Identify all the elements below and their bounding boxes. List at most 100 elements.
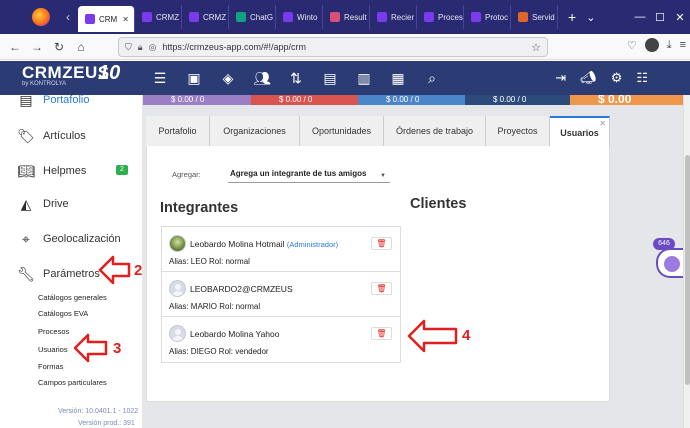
browser-tab[interactable]: ChatG [229, 5, 276, 29]
agregar-label: Agregar: [172, 170, 201, 179]
firefox-logo-icon[interactable] [32, 8, 50, 26]
megaphone-icon[interactable]: 📣︎ [580, 70, 597, 86]
notifications-icon[interactable]: ☷ [636, 70, 648, 86]
lock-icon[interactable]: 🔒︎ [138, 42, 143, 53]
tags-icon[interactable]: ◈ [220, 70, 236, 86]
browser-tab[interactable]: Servid [511, 5, 558, 29]
sidebar-item-map-pin[interactable]: ⌖ Geolocalización [18, 231, 121, 247]
delete-member-button[interactable]: 🗑︎ [371, 282, 392, 295]
back-arrow-icon[interactable]: ← [4, 40, 26, 54]
tab-proyectos[interactable]: Proyectos [486, 116, 550, 146]
anniversary-ten: 10 [98, 62, 121, 84]
crmzeus-logo[interactable]: CRMZEUS by KONTROLYA 10 [22, 62, 132, 93]
sidebar-item-tag[interactable]: 🏷︎ Artículos [17, 128, 86, 144]
sidebar-item-drive[interactable]: ◭ Drive [18, 196, 69, 212]
browser-tab[interactable]: CRMZ [182, 5, 229, 29]
member-row: Leobardo Molina Hotmail (Administrador) A… [162, 227, 400, 272]
browser-tab-label: ChatG [250, 12, 274, 22]
documents-icon[interactable]: ▤ [322, 70, 338, 86]
tab-oportunidades[interactable]: Oportunidades [300, 116, 384, 146]
sidebar-subitem[interactable]: Catálogos generales [38, 293, 107, 302]
tab-usuarios[interactable]: Usuarios ✕ [550, 116, 610, 147]
url-bar[interactable]: ⛉ 🔒︎ ◎ https://crmzeus-app.com/#!/app/cr… [118, 37, 548, 57]
search-icon[interactable]: ⌕ [424, 70, 440, 86]
pocket-icon[interactable]: ♡ [627, 39, 637, 52]
stat-block[interactable]: $ 0.00 / 0 [251, 95, 358, 105]
site-permissions-icon[interactable]: ◎ [149, 42, 157, 53]
users-group-icon[interactable]: 👥︎ [253, 70, 271, 86]
page-scrollbar[interactable] [683, 95, 690, 428]
tab-scroll-left-icon[interactable]: ‹ [58, 0, 78, 34]
sidebar-subitem[interactable]: Campos particulares [38, 378, 107, 387]
menu-hamburger-icon[interactable]: ≡ [680, 39, 686, 51]
stat-block[interactable]: $ 0.00 [570, 95, 683, 105]
store-icon[interactable]: ▦ [390, 70, 406, 86]
new-tab-plus-icon[interactable]: + [568, 9, 576, 25]
billing-icon[interactable]: ▥ [356, 70, 372, 86]
sidebar-subitem[interactable]: Formas [38, 362, 63, 371]
close-window-icon[interactable]: ✕ [670, 11, 690, 24]
profile-avatar[interactable]: Z [644, 38, 659, 52]
browser-tab-label: CRMZ [203, 12, 227, 22]
tab-label: Organizaciones [223, 126, 286, 136]
browser-tab[interactable]: CRM ✕ [78, 6, 135, 32]
browser-tab[interactable]: Recier [370, 5, 417, 29]
shield-icon[interactable]: ⛉ [125, 42, 132, 53]
agregar-select[interactable]: Agrega un integrante de tus amigos ▼ [228, 166, 390, 183]
crm-icon[interactable]: ▣ [186, 70, 202, 86]
scrollbar-thumb[interactable] [685, 155, 690, 385]
tab-list-chevron-icon[interactable]: ⌄ [586, 11, 595, 24]
sidebar-subitem[interactable]: Procesos [38, 327, 69, 336]
url-text[interactable]: https://crmzeus-app.com/#!/app/crm [162, 42, 306, 52]
member-avatar [169, 280, 186, 297]
close-tab-icon[interactable]: ✕ [122, 15, 129, 24]
stat-block[interactable]: $ 0.00 / 0 [358, 95, 465, 105]
browser-tab[interactable]: Winto [276, 5, 323, 29]
close-tab-icon[interactable]: ✕ [599, 119, 606, 128]
tab-favicon-icon [189, 12, 199, 22]
annotation-arrow-2 [98, 255, 131, 285]
app-toolbar-right: ⇥ 📣︎ ⚙ ☷ [555, 61, 648, 95]
stat-block[interactable]: $ 0.00 / 0 [465, 95, 570, 105]
sidebar-item-label: Helpmes [43, 165, 87, 177]
sort-icon[interactable]: ⇅ [288, 70, 304, 86]
browser-tab[interactable]: Protoc [464, 5, 511, 29]
sidebar-subitem[interactable]: Usuarios [38, 345, 68, 354]
maximize-icon[interactable]: ☐ [650, 11, 670, 24]
main-tabs: Portafolio Organizaciones Oportunidades Órd… [146, 116, 610, 147]
caret-down-icon: ▼ [380, 173, 386, 179]
minimize-icon[interactable]: — [630, 11, 650, 23]
menu-toggle-icon[interactable]: ☰ [152, 70, 168, 86]
tab-organizaciones[interactable]: Organizaciones [210, 116, 300, 146]
tab--rdenes-de-trabajo[interactable]: Órdenes de trabajo [384, 116, 486, 146]
bookmark-star-icon[interactable]: ☆ [531, 41, 541, 54]
annotation-number-3: 3 [113, 340, 122, 357]
extensions-icon[interactable]: ⤓ [667, 39, 672, 52]
app-toolbar: ☰ ▣ ◈ 👥︎ ⇅ ▤ ▥ ▦ ⌕ [152, 61, 440, 95]
member-name-text: LEOBARDO2@CRMZEUS [190, 284, 293, 294]
browser-tab-label: Recier [391, 12, 415, 22]
tab-favicon-icon [283, 12, 293, 22]
logout-icon[interactable]: ⇥ [555, 70, 566, 86]
browser-tab[interactable]: Result [323, 5, 370, 29]
sidebar-item-portfolio[interactable]: ▤ Portafolio [18, 92, 89, 108]
member-alias: Alias: MARIO Rol: normal [169, 302, 261, 311]
reload-icon[interactable]: ↻ [48, 40, 70, 54]
sidebar-subitem[interactable]: Catálogos EVA [38, 309, 88, 318]
sidebar-item-wrench[interactable]: 🔧︎ Parámetros [17, 266, 100, 282]
sidebar-item-label: Parámetros [43, 268, 100, 280]
browser-tab-label: Proces [438, 12, 463, 22]
browser-tab[interactable]: Proces [417, 5, 464, 29]
browser-tab[interactable]: CRMZ [135, 5, 182, 29]
tab-portafolio[interactable]: Portafolio [146, 116, 210, 146]
sidebar-item-book[interactable]: 📖︎ Helpmes [17, 163, 87, 179]
member-role[interactable]: (Administrador) [287, 240, 338, 249]
home-icon[interactable]: ⌂ [70, 40, 92, 54]
tab-favicon-icon [85, 14, 95, 24]
delete-member-button[interactable]: 🗑︎ [371, 327, 392, 340]
forward-arrow-icon[interactable]: → [26, 40, 48, 54]
settings-icon[interactable]: ⚙ [611, 70, 623, 86]
member-name: LEOBARDO2@CRMZEUS [190, 284, 293, 294]
delete-member-button[interactable]: 🗑︎ [371, 237, 392, 250]
stat-block[interactable]: $ 0.00 / 0 [143, 95, 251, 105]
